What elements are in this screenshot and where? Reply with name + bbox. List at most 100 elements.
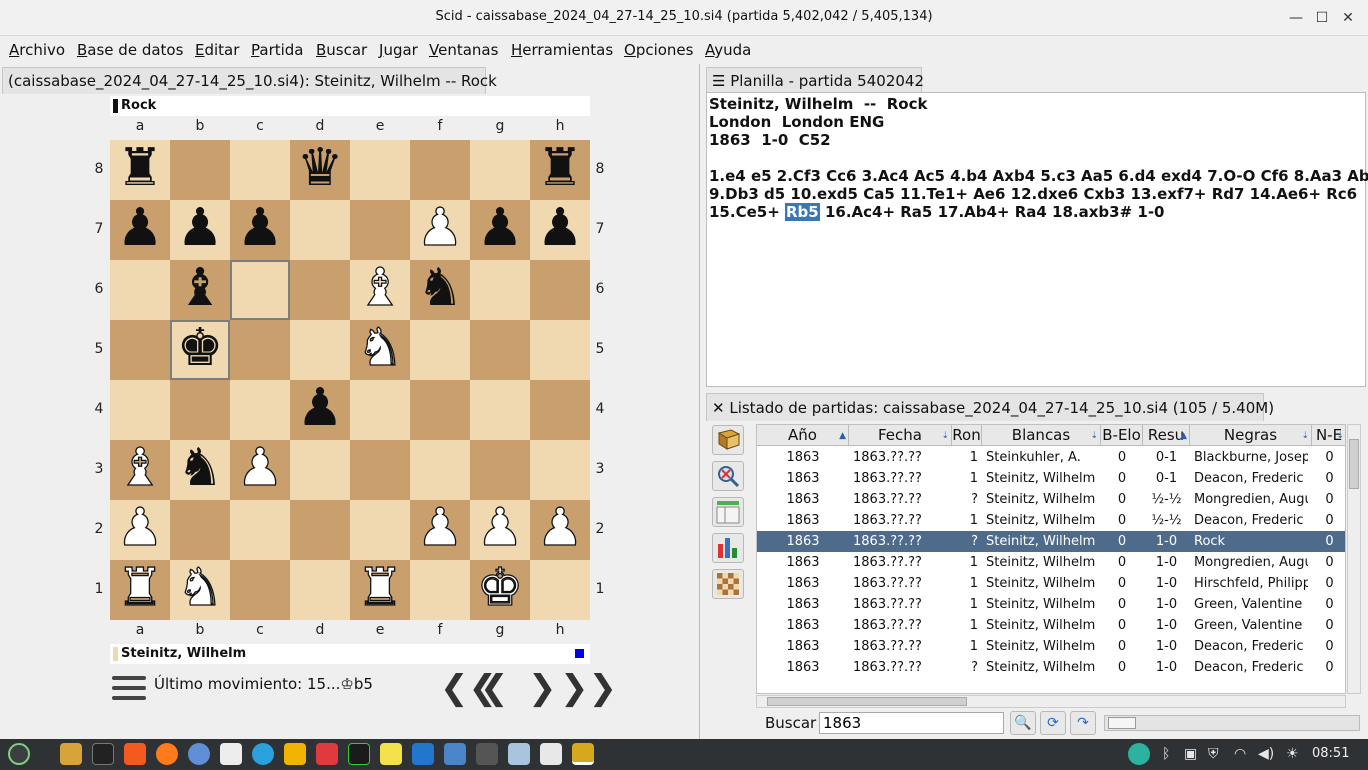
square-e3[interactable] [350, 440, 410, 500]
menu-herramientas[interactable]: Herramientas [511, 41, 613, 59]
column-header[interactable]: N-E ⇣ [1312, 425, 1345, 446]
menu-ayuda[interactable]: Ayuda [705, 41, 751, 59]
square-h5[interactable] [530, 320, 590, 380]
table-row[interactable]: 1863 1863.??.?? 1 Steinkuhler, A. 0 0-1 Blackb… [757, 447, 1345, 468]
shield-icon[interactable]: ⛨ [1208, 746, 1219, 762]
search-input[interactable] [819, 712, 1004, 734]
refresh-icon[interactable]: ⟳ [1040, 711, 1066, 735]
square-g4[interactable] [470, 380, 530, 440]
system-monitor-icon[interactable] [348, 743, 370, 765]
telegram-icon[interactable] [252, 743, 274, 765]
square-d6[interactable] [290, 260, 350, 320]
square-h3[interactable] [530, 440, 590, 500]
square-d1[interactable] [290, 560, 350, 620]
horizontal-scrollbar[interactable] [756, 695, 1346, 708]
update-icon[interactable] [1128, 743, 1150, 765]
menu-jugar[interactable]: Jugar [379, 41, 418, 59]
game-icon[interactable] [284, 743, 306, 765]
close-icon[interactable]: ✕ [712, 399, 729, 417]
brightness-icon[interactable]: ☀ [1286, 746, 1299, 762]
white-pawn-icon[interactable]: ♟ [470, 497, 530, 558]
table-row[interactable]: 1863 1863.??.?? 1 Steinitz, Wilhelm 0 ½-½ Deac… [757, 510, 1345, 531]
square-c8[interactable] [230, 140, 290, 200]
black-pawn-icon[interactable]: ♟ [230, 198, 290, 258]
mint-menu-icon[interactable] [8, 743, 30, 765]
square-d2[interactable] [290, 500, 350, 560]
layout-icon[interactable] [712, 497, 744, 527]
table-row[interactable]: 1863 1863.??.??? Steinitz, Wilhelm 0 ½-½ Mong… [757, 489, 1345, 510]
white-knight-icon[interactable]: ♞ [350, 317, 410, 378]
firefox-icon[interactable] [156, 743, 178, 765]
black-pawn-icon[interactable]: ♟ [470, 198, 530, 258]
square-g3[interactable] [470, 440, 530, 500]
white-pawn-icon[interactable]: ♟ [410, 197, 470, 258]
square-f4[interactable] [410, 380, 470, 440]
black-knight-icon[interactable]: ♞ [170, 438, 230, 498]
scroll-thumb[interactable] [767, 697, 967, 706]
list-slider[interactable] [1104, 715, 1360, 731]
board-tab[interactable]: (caissabase_2024_04_27-14_25_10.si4): St… [2, 67, 497, 94]
white-knight-icon[interactable]: ♞ [170, 557, 230, 618]
table-row[interactable]: 1863 1863.??.??? Steinitz, Wilhelm 0 1-0 Rock… [757, 531, 1345, 552]
scroll-thumb[interactable] [1349, 439, 1359, 489]
scid-icon[interactable] [572, 743, 594, 765]
black-pawn-icon[interactable]: ♟ [530, 198, 590, 258]
white-pawn-icon[interactable]: ♟ [110, 497, 170, 558]
game-list-tab[interactable]: ✕ Listado de partidas: caissabase_2024_0… [706, 393, 1274, 421]
menu-buscar[interactable]: Buscar [316, 41, 367, 59]
column-header[interactable]: Blancas ⇣ [982, 425, 1101, 446]
moves-line[interactable]: 1.e4 e5 2.Cf3 Cc6 3.Ac4 Ac5 4.b4 Axb4 5.… [709, 167, 1368, 185]
notes-icon[interactable] [380, 743, 402, 765]
menu-opciones[interactable]: Opciones [624, 41, 693, 59]
square-c1[interactable] [230, 560, 290, 620]
filter-search-icon[interactable] [712, 461, 744, 491]
column-header[interactable]: Fecha ⇣ [849, 425, 952, 446]
table-row[interactable]: 1863 1863.??.?? 1 Steinitz, Wilhelm 0 0-1 Deac… [757, 468, 1345, 489]
black-bishop-icon[interactable]: ♝ [170, 258, 230, 318]
app-icon[interactable] [316, 743, 338, 765]
white-bishop-icon[interactable]: ♝ [350, 257, 410, 318]
brave-icon[interactable] [124, 743, 146, 765]
square-b2[interactable] [170, 500, 230, 560]
menu-base-de-datos[interactable]: Base de datos [77, 41, 183, 59]
calculator-icon[interactable] [476, 743, 498, 765]
vertical-scrollbar[interactable] [1347, 424, 1361, 694]
screenshot-icon[interactable] [444, 743, 466, 765]
book-icon[interactable] [712, 425, 744, 455]
white-pawn-icon[interactable]: ♟ [530, 497, 590, 558]
white-rook-icon[interactable]: ♜ [350, 557, 410, 618]
chess-app-icon[interactable] [540, 743, 562, 765]
black-rook-icon[interactable]: ♜ [530, 138, 590, 198]
table-row[interactable]: 1863 1863.??.?? 1 Steinitz, Wilhelm 0 1-0 Hirs… [757, 573, 1345, 594]
square-a6[interactable] [110, 260, 170, 320]
square-f8[interactable] [410, 140, 470, 200]
board-menu-icon[interactable] [112, 674, 146, 704]
square-g8[interactable] [470, 140, 530, 200]
document-icon[interactable] [508, 743, 530, 765]
square-h1[interactable] [530, 560, 590, 620]
nav-back-button[interactable]: ❮ [480, 668, 509, 708]
table-row[interactable]: 1863 1863.??.?? 1 Steinitz, Wilhelm 0 1-0 Deac… [757, 636, 1345, 657]
black-pawn-icon[interactable]: ♟ [170, 198, 230, 258]
white-king-icon[interactable]: ♚ [470, 557, 530, 618]
white-pawn-icon[interactable]: ♟ [230, 437, 290, 498]
column-header[interactable]: Negras ⇣ [1190, 425, 1312, 446]
black-knight-icon[interactable]: ♞ [410, 258, 470, 318]
square-a5[interactable] [110, 320, 170, 380]
current-move[interactable]: Rb5 [784, 203, 820, 221]
nav-end-button[interactable]: ❯❯ [560, 668, 617, 708]
black-pawn-icon[interactable]: ♟ [110, 198, 170, 258]
white-bishop-icon[interactable]: ♝ [110, 437, 170, 498]
table-row[interactable]: 1863 1863.??.?? 1 Steinitz, Wilhelm 0 1-0 Gree… [757, 615, 1345, 636]
square-e4[interactable] [350, 380, 410, 440]
menu-ventanas[interactable]: Ventanas [429, 41, 498, 59]
square-f1[interactable] [410, 560, 470, 620]
square-c2[interactable] [230, 500, 290, 560]
menu-editar[interactable]: Editar [195, 41, 239, 59]
minimize-button[interactable]: — [1285, 7, 1307, 29]
column-header[interactable]: Año ▲ [757, 425, 849, 446]
music-icon[interactable] [220, 743, 242, 765]
table-row[interactable]: 1863 1863.??.?? 1 Steinitz, Wilhelm 0 1-0 Mong… [757, 552, 1345, 573]
square-b8[interactable] [170, 140, 230, 200]
square-d5[interactable] [290, 320, 350, 380]
